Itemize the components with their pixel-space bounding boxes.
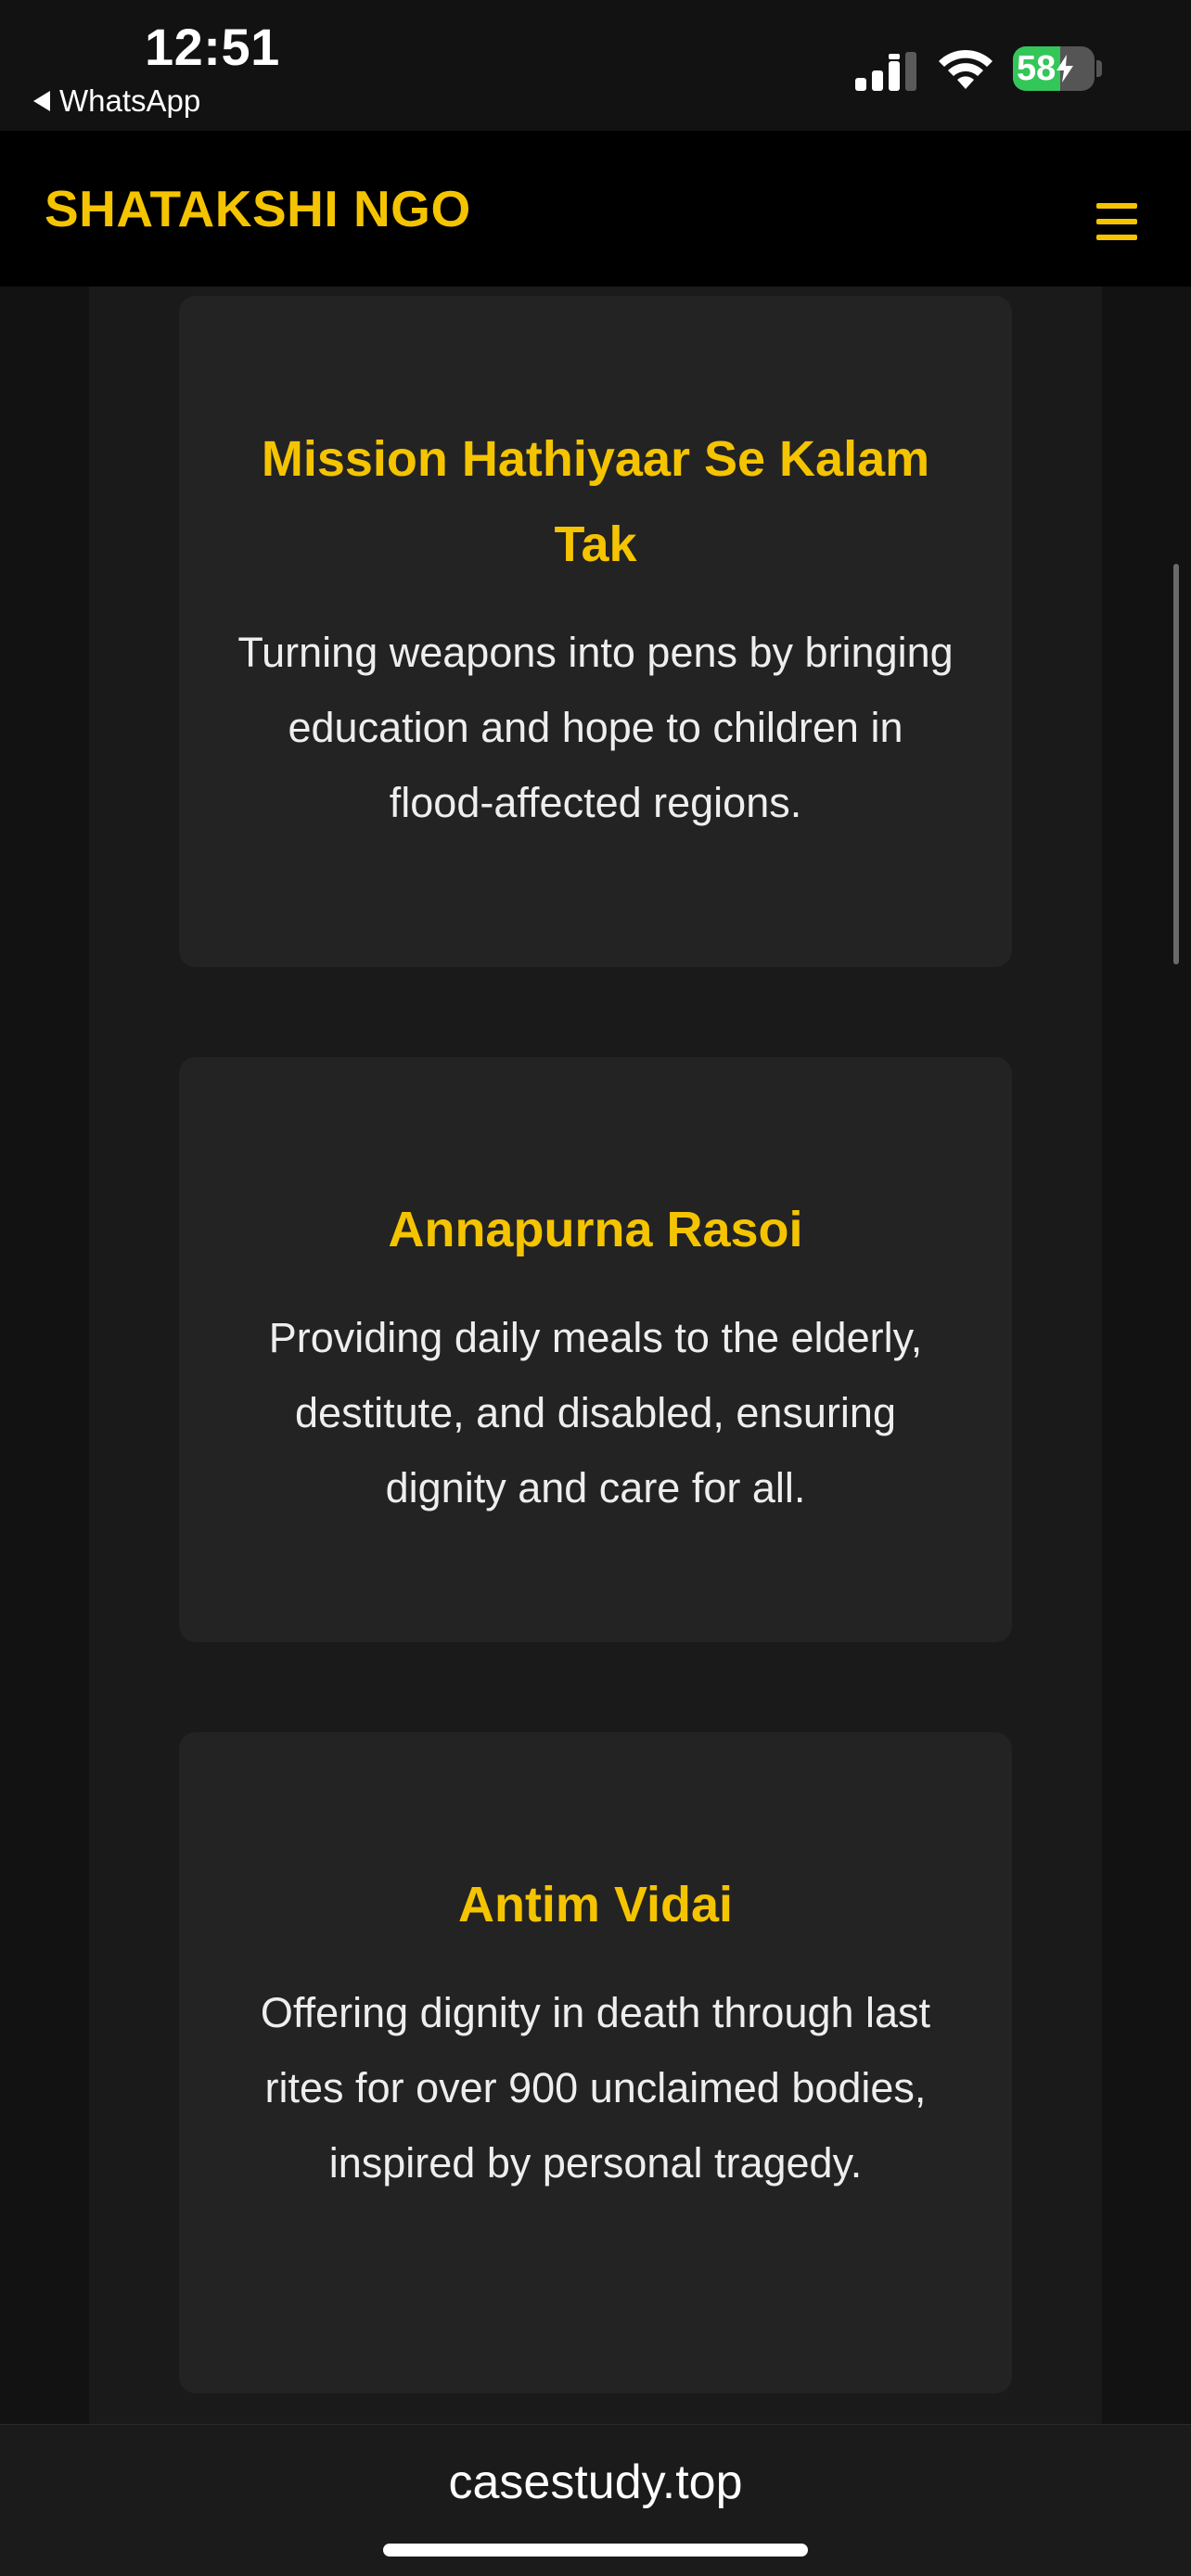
menu-bar-top	[1096, 203, 1137, 209]
site-header: SHATAKSHI NGO	[0, 131, 1191, 287]
programs-section: Mission Hathiyaar Se Kalam Tak Turning w…	[89, 287, 1102, 2424]
home-indicator[interactable]	[383, 2544, 808, 2557]
charging-bolt-icon	[1057, 55, 1074, 83]
card-description: Offering dignity in death through last r…	[260, 1989, 931, 2187]
card-description: Turning weapons into pens by bringing ed…	[237, 629, 954, 826]
program-card-mission-hathiyaar: Mission Hathiyaar Se Kalam Tak Turning w…	[179, 296, 1012, 967]
main-content[interactable]: Mission Hathiyaar Se Kalam Tak Turning w…	[0, 287, 1191, 2424]
battery-level: 58	[1017, 49, 1057, 88]
back-to-app-link[interactable]: WhatsApp	[33, 83, 200, 119]
site-logo[interactable]: SHATAKSHI NGO	[45, 179, 471, 238]
status-bar: 12:51 WhatsApp 58	[0, 0, 1191, 131]
back-app-label: WhatsApp	[59, 83, 201, 118]
signal-icon	[855, 52, 916, 91]
program-card-annapurna-rasoi: Annapurna Rasoi Providing daily meals to…	[179, 1057, 1012, 1642]
card-title: Antim Vidai	[457, 1877, 734, 1932]
browser-url-bar[interactable]: casestudy.top	[0, 2424, 1191, 2576]
battery-icon: 58	[1013, 46, 1102, 91]
menu-bar-middle	[1096, 219, 1137, 224]
menu-bar-bottom	[1096, 235, 1137, 240]
scrollbar[interactable]	[1173, 564, 1179, 964]
battery-nub	[1096, 60, 1102, 77]
card-title: Mission Hathiyaar Se Kalam Tak	[261, 431, 930, 572]
url-text[interactable]: casestudy.top	[0, 2455, 1191, 2510]
card-title: Annapurna Rasoi	[388, 1202, 803, 1257]
back-arrow-icon	[33, 91, 50, 111]
hamburger-menu-icon[interactable]	[1096, 203, 1137, 240]
wifi-icon	[939, 49, 992, 89]
program-card-antim-vidai: Antim Vidai Offering dignity in death th…	[179, 1732, 1012, 2393]
card-description: Providing daily meals to the elderly, de…	[268, 1314, 923, 1511]
status-time: 12:51	[145, 18, 280, 76]
